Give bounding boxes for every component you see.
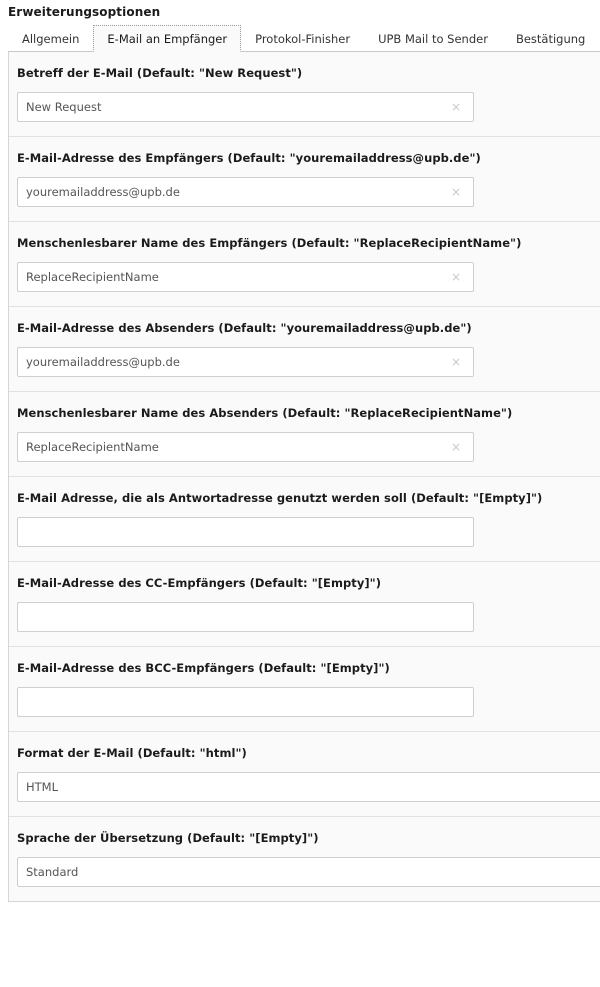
extension-options-panel: Erweiterungsoptionen Allgemein E-Mail an … <box>0 0 600 987</box>
field-row: E-Mail-Adresse des Empfängers (Default: … <box>9 137 600 222</box>
tab-label: UPB Mail to Sender <box>378 32 488 46</box>
clear-input-icon[interactable]: × <box>445 432 467 462</box>
field-label: Menschenlesbarer Name des Empfängers (De… <box>17 236 522 250</box>
text-field[interactable] <box>17 92 474 122</box>
field-label: E-Mail Adresse, die als Antwortadresse g… <box>17 491 543 505</box>
tab-label: Bestätigung <box>515 32 586 46</box>
input-wrapper: Standard <box>17 857 600 887</box>
input-wrapper: × <box>17 262 600 292</box>
text-field[interactable] <box>17 262 474 292</box>
field-row: Menschenlesbarer Name des Absenders (Def… <box>9 392 600 477</box>
select-value: HTML <box>26 780 59 794</box>
input-wrapper: × <box>17 432 600 462</box>
field-row: Betreff der E-Mail (Default: "New Reques… <box>9 52 600 137</box>
input-wrapper: × <box>17 92 600 122</box>
text-field[interactable] <box>17 347 474 377</box>
tab-panel-email-to-recipient: Betreff der E-Mail (Default: "New Reques… <box>8 52 600 902</box>
page-title: Erweiterungsoptionen <box>8 5 161 19</box>
select-field[interactable]: HTML <box>17 772 600 802</box>
field-row: E-Mail-Adresse des CC-Empfängers (Defaul… <box>9 562 600 647</box>
text-field[interactable] <box>17 687 474 717</box>
clear-input-icon[interactable]: × <box>445 262 467 292</box>
tab-label: Allgemein <box>22 32 80 46</box>
field-label: Format der E-Mail (Default: "html") <box>17 746 247 760</box>
clear-input-icon[interactable]: × <box>445 347 467 377</box>
field-label: Sprache der Übersetzung (Default: "[Empt… <box>17 831 319 845</box>
tab-bar: Allgemein E-Mail an Empfänger Protokol-Fin… <box>0 25 600 52</box>
input-wrapper <box>17 687 600 717</box>
field-row: E-Mail-Adresse des BCC-Empfängers (Defau… <box>9 647 600 732</box>
input-wrapper: × <box>17 347 600 377</box>
field-label: E-Mail-Adresse des Absenders (Default: "… <box>17 321 472 335</box>
tab-0[interactable]: Allgemein <box>8 25 93 52</box>
field-label: Menschenlesbarer Name des Absenders (Def… <box>17 406 513 420</box>
field-label: E-Mail-Adresse des Empfängers (Default: … <box>17 151 481 165</box>
tab-2[interactable]: Protokol-Finisher <box>241 25 364 52</box>
field-label: Betreff der E-Mail (Default: "New Reques… <box>17 66 303 80</box>
tab-label: Protokol-Finisher <box>255 32 351 46</box>
input-wrapper: × <box>17 177 600 207</box>
input-wrapper: HTML <box>17 772 600 802</box>
tab-4[interactable]: Bestätigung <box>502 25 599 52</box>
input-wrapper <box>17 602 600 632</box>
field-label: E-Mail-Adresse des CC-Empfängers (Defaul… <box>17 576 382 590</box>
field-row: E-Mail-Adresse des Absenders (Default: "… <box>9 307 600 392</box>
tab-3[interactable]: UPB Mail to Sender <box>364 25 502 52</box>
text-field[interactable] <box>17 177 474 207</box>
field-row: Sprache der Übersetzung (Default: "[Empt… <box>9 817 600 902</box>
select-value: Standard <box>26 865 79 879</box>
text-field[interactable] <box>17 432 474 462</box>
clear-input-icon[interactable]: × <box>445 177 467 207</box>
select-field[interactable]: Standard <box>17 857 600 887</box>
clear-input-icon[interactable]: × <box>445 92 467 122</box>
tab-label: E-Mail an Empfänger <box>107 31 228 46</box>
field-row: E-Mail Adresse, die als Antwortadresse g… <box>9 477 600 562</box>
tab-1[interactable]: E-Mail an Empfänger <box>93 25 242 52</box>
text-field[interactable] <box>17 517 474 547</box>
input-wrapper <box>17 517 600 547</box>
field-row: Format der E-Mail (Default: "html") HTML <box>9 732 600 817</box>
field-label: E-Mail-Adresse des BCC-Empfängers (Defau… <box>17 661 390 675</box>
text-field[interactable] <box>17 602 474 632</box>
field-row: Menschenlesbarer Name des Empfängers (De… <box>9 222 600 307</box>
